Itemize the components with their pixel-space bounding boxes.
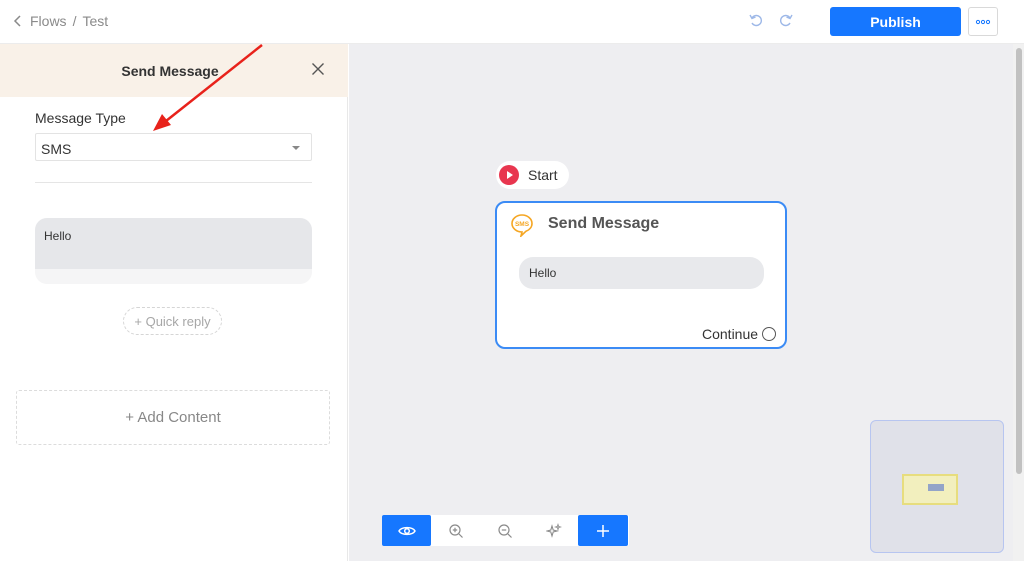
caret-down-icon xyxy=(292,146,300,150)
canvas-toolbar xyxy=(382,515,629,546)
sparkle-icon xyxy=(545,522,562,538)
sms-icon-text: SMS xyxy=(515,221,530,228)
minimap-node xyxy=(928,484,944,491)
message-type-select[interactable]: SMS xyxy=(35,133,312,161)
redo-icon[interactable] xyxy=(778,12,794,28)
panel-title: Send Message xyxy=(121,63,219,79)
message-type-label: Message Type xyxy=(35,110,126,126)
send-message-panel: Send Message Message Type SMS Hello + Qu… xyxy=(0,44,348,561)
zoom-out-button[interactable] xyxy=(480,515,529,546)
divider xyxy=(35,182,312,183)
close-icon[interactable] xyxy=(311,62,325,76)
chevron-left-icon[interactable] xyxy=(12,14,24,28)
message-type-value: SMS xyxy=(41,141,72,157)
undo-icon[interactable] xyxy=(748,12,764,28)
top-bar: Flows / Test Publish xyxy=(0,0,1024,44)
zoom-out-icon xyxy=(497,523,512,538)
start-node[interactable]: Start xyxy=(496,161,569,189)
minimap-viewport[interactable] xyxy=(902,474,958,505)
start-node-label: Start xyxy=(528,167,558,183)
page-scrollbar-thumb[interactable] xyxy=(1016,48,1022,474)
publish-button[interactable]: Publish xyxy=(830,7,961,36)
panel-header: Send Message xyxy=(0,44,348,97)
more-dots-icon xyxy=(975,19,991,24)
breadcrumb-current: Test xyxy=(82,13,109,29)
play-icon xyxy=(499,165,519,185)
breadcrumb-separator: / xyxy=(72,13,77,29)
message-text: Hello xyxy=(44,229,72,243)
breadcrumb-flows-link[interactable]: Flows xyxy=(30,13,67,29)
add-content-button[interactable]: + Add Content xyxy=(16,390,330,445)
zoom-in-button[interactable] xyxy=(431,515,480,546)
send-message-node[interactable]: SMS Send Message Hello Continue xyxy=(495,201,787,349)
sms-chat-icon: SMS xyxy=(510,213,534,239)
auto-layout-button[interactable] xyxy=(529,515,578,546)
plus-icon xyxy=(597,524,609,537)
node-message-bubble: Hello xyxy=(519,257,764,289)
add-node-button[interactable] xyxy=(578,515,628,546)
quick-reply-button[interactable]: + Quick reply xyxy=(123,307,222,335)
message-text-editor[interactable]: Hello xyxy=(35,218,312,284)
breadcrumb: Flows / Test xyxy=(12,13,108,29)
message-text-area[interactable]: Hello xyxy=(35,218,312,269)
more-button[interactable] xyxy=(968,7,998,36)
node-title: Send Message xyxy=(548,215,660,232)
minimap[interactable] xyxy=(870,420,1004,553)
continue-label: Continue xyxy=(702,326,759,342)
history-controls xyxy=(748,12,794,28)
continue-port-handle[interactable] xyxy=(762,327,776,341)
eye-icon xyxy=(397,526,416,535)
node-message-text: Hello xyxy=(529,266,557,280)
preview-button[interactable] xyxy=(382,515,431,546)
zoom-in-icon xyxy=(448,523,463,538)
